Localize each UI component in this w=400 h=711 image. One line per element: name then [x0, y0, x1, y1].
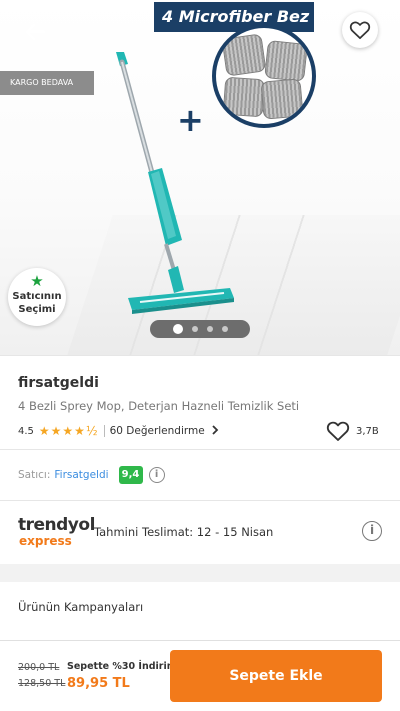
seller-row: Satıcı: Firsatgeldi 9,4 i	[18, 466, 165, 484]
divider	[0, 355, 400, 356]
cart-campaign-text: Sepette %30 İndirim	[67, 661, 177, 672]
info-icon[interactable]: i	[148, 467, 165, 483]
carousel-dot[interactable]	[172, 324, 183, 334]
seller-link[interactable]: Firsatgeldi	[54, 469, 108, 481]
original-price: 200,0 TL	[18, 662, 60, 673]
back-button[interactable]	[20, 18, 52, 46]
carousel-dot[interactable]	[221, 326, 228, 332]
section-separator	[0, 564, 400, 582]
carousel-dot[interactable]	[191, 326, 198, 332]
chevron-right-icon	[212, 425, 219, 435]
rating-value: 4.5	[18, 425, 34, 437]
trendyol-express-logo-bottom: express	[19, 534, 72, 548]
like-count: 3,7B	[356, 425, 379, 437]
seller-score-badge: 9,4	[118, 466, 143, 484]
carousel-dot[interactable]	[206, 326, 213, 332]
arrow-left-icon	[25, 23, 46, 41]
rating-stars: ★★★★½	[38, 424, 99, 438]
bottom-purchase-bar: 200,0 TL 128,50 TL Sepette %30 İndirim 8…	[0, 640, 400, 711]
microfiber-banner: 4 Microfiber Bez	[154, 2, 314, 32]
product-campaigns-link[interactable]: Ürünün Kampanyaları	[18, 600, 143, 614]
delivery-row: trendyol express Tahmini Teslimat: 12 - …	[18, 515, 384, 551]
reviews-label: 60 Değerlendirme	[109, 425, 205, 437]
free-shipping-badge: KARGO BEDAVA	[0, 71, 94, 95]
product-image-carousel[interactable]: + 4 Microfiber Bez KARGO BEDAVA ★ Satıcı…	[0, 0, 400, 355]
heart-icon	[326, 421, 350, 441]
microfiber-pads-image	[212, 24, 316, 128]
divider	[103, 425, 105, 437]
seller-choice-label-1: Satıcının	[12, 291, 62, 302]
info-icon[interactable]: i	[362, 521, 382, 541]
favorite-button[interactable]	[342, 12, 378, 48]
star-icon: ★	[30, 272, 44, 290]
carousel-indicator[interactable]	[150, 320, 250, 338]
divider	[0, 500, 400, 501]
divider	[0, 449, 400, 450]
like-button[interactable]: 3,7B	[326, 420, 379, 442]
seller-choice-label-2: Seçimi	[18, 304, 56, 315]
add-to-cart-button[interactable]: Sepete Ekle	[170, 650, 382, 702]
product-title: 4 Bezli Sprey Mop, Deterjan Hazneli Temi…	[18, 399, 300, 413]
seller-choice-badge: ★ Satıcının Seçimi	[8, 268, 66, 326]
final-price: 89,95 TL	[67, 676, 130, 691]
plus-sign: +	[177, 101, 204, 139]
discounted-price: 128,50 TL	[18, 678, 66, 689]
rating-row: 4.5 ★★★★½ 60 Değerlendirme	[18, 423, 220, 439]
trendyol-express-logo-top: trendyol	[18, 515, 95, 535]
estimated-delivery: Tahmini Teslimat: 12 - 15 Nisan	[94, 525, 274, 539]
seller-label: Satıcı:	[18, 469, 51, 481]
reviews-link[interactable]: 60 Değerlendirme	[110, 425, 220, 437]
brand-name[interactable]: firsatgeldi	[18, 375, 99, 391]
heart-icon	[349, 21, 371, 40]
